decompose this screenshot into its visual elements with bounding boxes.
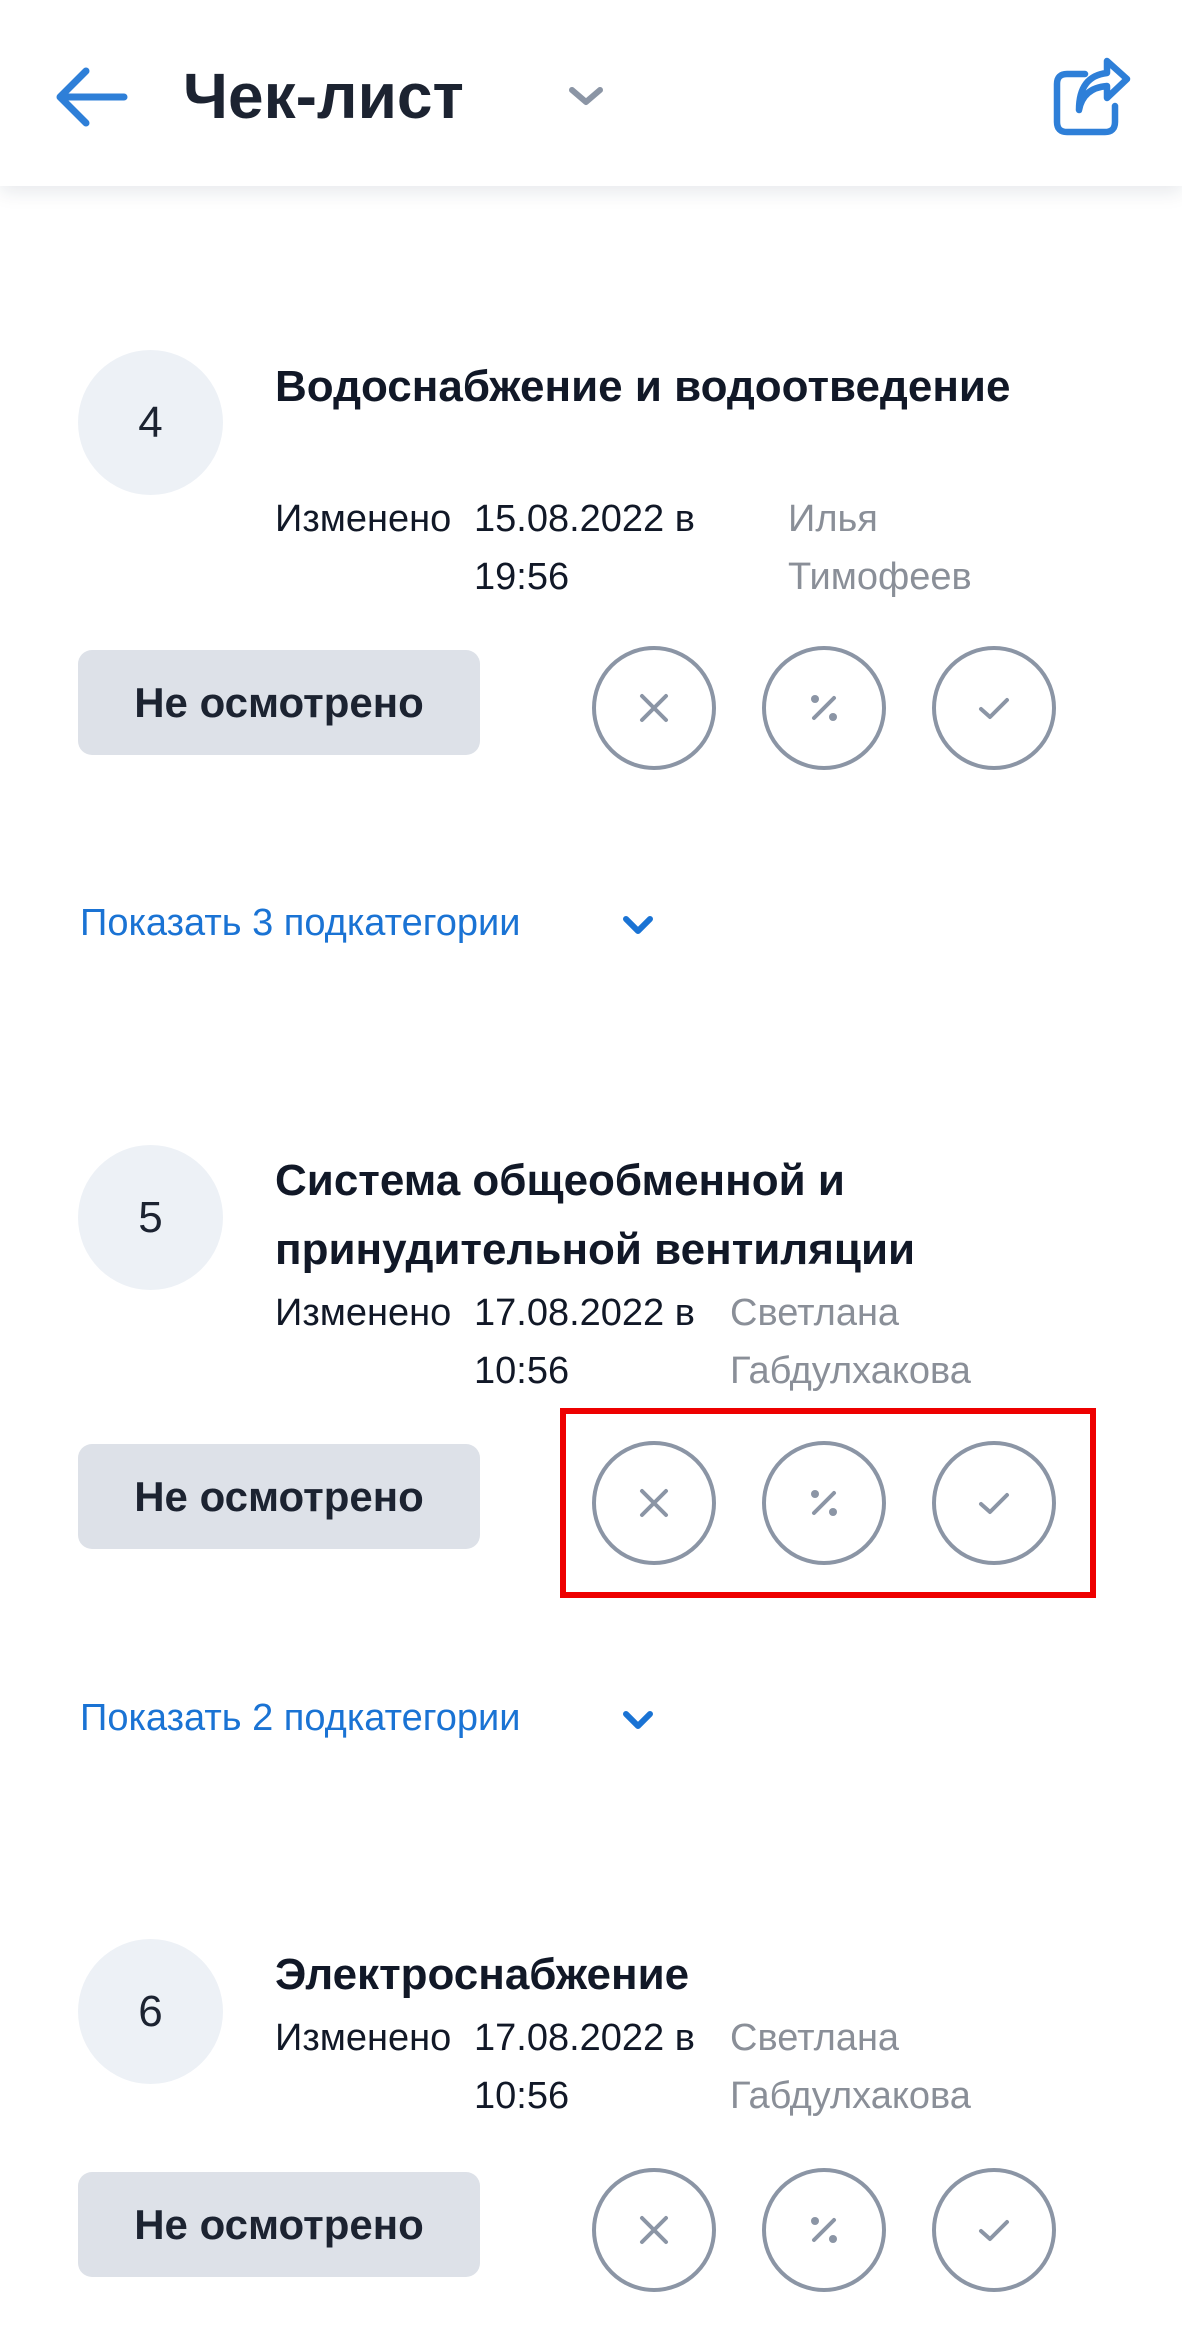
changed-label: Изменено: [275, 1292, 452, 1334]
changed-time: 10:56: [474, 1350, 570, 1392]
category-title[interactable]: Водоснабжение и водоотведение: [275, 352, 1035, 421]
share-button[interactable]: [1045, 52, 1135, 142]
expand-button[interactable]: [618, 910, 658, 940]
changed-date: 15.08.2022 в: [474, 498, 695, 540]
user-last-name: Тимофеев: [788, 556, 972, 598]
changed-date: 17.08.2022 в: [474, 1292, 695, 1334]
changed-date: 17.08.2022 в: [474, 2017, 695, 2059]
status-badge[interactable]: Не осмотрено: [78, 650, 480, 755]
check-icon: [979, 698, 1009, 719]
user-last-name: Габдулхакова: [730, 1350, 971, 1392]
category-number: 5: [78, 1145, 223, 1290]
check-icon: [979, 2220, 1009, 2241]
changed-label: Изменено: [275, 498, 452, 540]
category-number: 6: [78, 1939, 223, 2084]
approve-button[interactable]: [932, 2168, 1056, 2292]
chevron-down-icon: [623, 916, 653, 934]
show-subcategories-link[interactable]: Показать 3 подкатегории: [80, 895, 520, 951]
status-badge[interactable]: Не осмотрено: [78, 2172, 480, 2277]
partial-button[interactable]: [762, 2168, 886, 2292]
changed-time: 10:56: [474, 2075, 570, 2117]
close-icon: [640, 694, 668, 722]
status-badge[interactable]: Не осмотрено: [78, 1444, 480, 1549]
arrow-left-icon: [56, 67, 128, 127]
app-header: Чек-лист: [0, 0, 1182, 186]
percent-icon: [811, 695, 837, 721]
category-number: 4: [78, 350, 223, 495]
show-subcategories-link[interactable]: Показать 2 подкатегории: [80, 1690, 520, 1746]
expand-button[interactable]: [618, 1705, 658, 1735]
user-first-name: Светлана: [730, 1292, 900, 1334]
reject-button[interactable]: [592, 2168, 716, 2292]
category-title[interactable]: Электроснабжение: [275, 1940, 1035, 2009]
user-first-name: Светлана: [730, 2017, 900, 2059]
percent-icon: [811, 2217, 837, 2243]
close-icon: [640, 2216, 668, 2244]
share-icon: [1053, 57, 1131, 136]
category-title[interactable]: Система общеобменной и принудительной ве…: [275, 1146, 1035, 1284]
partial-button[interactable]: [762, 646, 886, 770]
partial-button[interactable]: [762, 1441, 886, 1565]
title-dropdown-button[interactable]: [560, 76, 612, 116]
changed-label: Изменено: [275, 2017, 452, 2059]
page-title[interactable]: Чек-лист: [183, 56, 464, 136]
changed-time: 19:56: [474, 556, 570, 598]
close-icon: [640, 1489, 668, 1517]
user-last-name: Габдулхакова: [730, 2075, 971, 2117]
chevron-down-icon: [623, 1711, 653, 1729]
reject-button[interactable]: [592, 646, 716, 770]
back-button[interactable]: [48, 60, 132, 134]
approve-button[interactable]: [932, 1441, 1056, 1565]
user-first-name: Илья: [788, 498, 878, 540]
chevron-down-icon: [569, 87, 603, 105]
check-icon: [979, 1493, 1009, 1514]
reject-button[interactable]: [592, 1441, 716, 1565]
approve-button[interactable]: [932, 646, 1056, 770]
percent-icon: [811, 1490, 837, 1516]
